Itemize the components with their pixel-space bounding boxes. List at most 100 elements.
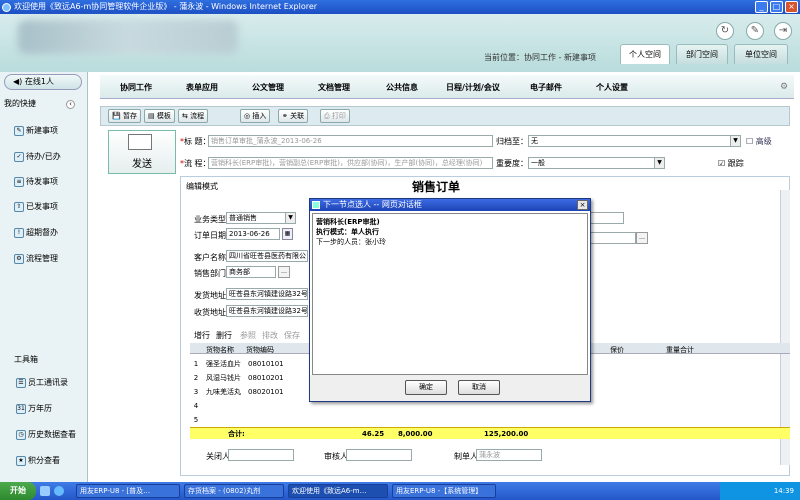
order-date-input[interactable]: 2013-06-26 (226, 228, 280, 240)
title-input[interactable]: 销售订单审批_蒲永波_2013-06-26 (208, 135, 493, 147)
print-button[interactable]: ⎙ 打印 (320, 109, 350, 123)
importance-select[interactable]: 一般 ▼ (528, 157, 665, 169)
form-scrollbar[interactable] (780, 190, 790, 465)
track-checkbox[interactable]: ☑ 跟踪 (718, 158, 744, 169)
quick-flow-manage[interactable]: ⚙ 流程管理 (14, 252, 58, 266)
maximize-button[interactable]: □ (770, 1, 783, 13)
flow-input[interactable]: 营销科长(ERP审批)，营销副总(ERP审批)，供应部(协同)，生产部(协同)，… (208, 157, 493, 169)
total-row: 合计: 46.25 8,000.00 125,200.00 (190, 427, 790, 439)
table-row[interactable]: 5 (190, 414, 305, 426)
dialog-close-button[interactable]: × (577, 200, 588, 210)
customer-code-input[interactable] (590, 232, 636, 244)
quick-sent[interactable]: ⇧ 已发事项 (14, 200, 58, 214)
task-erp-u8[interactable]: 用友ERP-U8 - [普及… (76, 484, 180, 498)
grid-reference-button[interactable]: 参照 (240, 330, 256, 341)
auditor-input[interactable] (346, 449, 412, 461)
chevron-down-icon: ▼ (285, 213, 295, 223)
total-quantity: 46.25 (362, 430, 385, 438)
quick-item-label: 待发事项 (26, 177, 58, 186)
chevron-down-icon: ▼ (654, 158, 664, 168)
total-tax-amount: 125,200.00 (484, 430, 529, 438)
refresh-icon[interactable]: ↻ (716, 22, 734, 40)
pending-icon: ≡ (14, 176, 24, 187)
menu-settings-icon[interactable]: ⚙ (780, 82, 788, 92)
dept-lookup-button[interactable]: … (278, 266, 290, 278)
quick-new-item[interactable]: ✎ 新建事项 (14, 124, 58, 138)
online-users-button[interactable]: ◀) 在线1人 (4, 74, 82, 90)
table-row[interactable]: 3 九味羌活丸 08020101 (190, 386, 305, 398)
menu-email[interactable]: 电子邮件 (530, 82, 562, 93)
quick-todo-done[interactable]: ✓ 待办/已办 (14, 150, 61, 164)
menu-personal-settings[interactable]: 个人设置 (596, 82, 628, 93)
table-row[interactable]: 4 (190, 400, 305, 412)
logout-icon[interactable]: ⇥ (774, 22, 792, 40)
quick-overdue[interactable]: ! 超期督办 (14, 226, 58, 240)
creator-input[interactable]: 蒲永波 (476, 449, 542, 461)
task-erp-system-manage[interactable]: 用友ERP-U8 -【系统管理】 (392, 484, 496, 498)
flow-label: *流 程： (180, 159, 211, 168)
goods-code: 08020101 (248, 388, 284, 396)
tab-department-space[interactable]: 部门空间 (676, 44, 728, 64)
closer-input[interactable] (228, 449, 294, 461)
ok-button[interactable]: 确定 (405, 380, 447, 395)
receive-address-input[interactable]: 旺苍县东河镇建设路32号 (226, 305, 308, 317)
ship-address-input[interactable]: 旺苍县东河镇建设路32号 (226, 288, 308, 300)
template-button[interactable]: ▤ 模板 (144, 109, 175, 123)
ie-quicklaunch-icon[interactable] (54, 486, 64, 496)
relate-button[interactable]: ⚭ 关联 (278, 109, 309, 123)
customer-label: 客户名称 (194, 253, 226, 262)
quick-item-label: 已发事项 (26, 202, 58, 211)
task-inventory-archive[interactable]: 存货档案 - (0802)丸剂 (184, 484, 284, 498)
points-icon: ★ (16, 455, 26, 466)
tab-company-space[interactable]: 单位空间 (734, 44, 788, 64)
flow-button[interactable]: ⇆ 流程 (178, 109, 209, 123)
menu-public-info[interactable]: 公共信息 (386, 82, 418, 93)
menu-collaboration[interactable]: 协同工作 (120, 82, 152, 93)
directory-icon: ☰ (16, 377, 26, 388)
cancel-button[interactable]: 取消 (458, 380, 500, 395)
clock: 14:39 (773, 487, 794, 495)
dept-input[interactable]: 商务部 (226, 266, 276, 278)
task-seeyon-oa[interactable]: 欢迎使用《致远A6-m… (288, 484, 388, 498)
calendar-picker-icon[interactable]: ▦ (282, 228, 293, 240)
dept-label: 销售部门 (194, 269, 226, 278)
close-window-button[interactable]: × (785, 1, 798, 13)
col-goods-name: 货物名称 (206, 346, 234, 354)
tool-employee-directory[interactable]: ☰ 员工通讯录 (16, 376, 68, 390)
col-insured-price: 保价 (610, 346, 624, 354)
tool-points[interactable]: ★ 积分查看 (16, 454, 60, 468)
customer-code-lookup-button[interactable]: … (636, 232, 648, 244)
tool-calendar[interactable]: 31 万年历 (16, 402, 52, 416)
collapse-sidebar-button[interactable]: ‹ (66, 100, 75, 109)
quick-item-label: 超期督办 (26, 228, 58, 237)
menu-documents[interactable]: 文档管理 (318, 82, 350, 93)
archive-select[interactable]: 无 ▼ (528, 135, 741, 147)
grid-save-button[interactable]: 保存 (284, 330, 300, 341)
dialog-window-icon (312, 201, 320, 209)
customer-input[interactable]: 四川省旺苍县医药有限公 (226, 250, 308, 262)
col-total-weight: 重量合计 (666, 346, 694, 354)
sent-icon: ⇧ (14, 201, 24, 212)
menu-form-apps[interactable]: 表单应用 (186, 82, 218, 93)
menu-official-docs[interactable]: 公文管理 (252, 82, 284, 93)
menu-schedule[interactable]: 日程/计划/会议 (446, 82, 500, 93)
grid-add-row-button[interactable]: 增行 (194, 330, 210, 341)
grid-delete-row-button[interactable]: 删行 (216, 330, 232, 341)
tab-personal-space[interactable]: 个人空间 (620, 44, 670, 64)
receive-address-label: 收货地址 (194, 308, 226, 317)
table-row[interactable]: 1 强圣活血片 08010101 (190, 358, 305, 370)
quick-pending-send[interactable]: ≡ 待发事项 (14, 175, 58, 189)
order-no-input[interactable] (590, 212, 624, 224)
importance-label: 重要度： (496, 159, 528, 168)
tool-history-data[interactable]: ◷ 历史数据查看 (16, 428, 76, 442)
start-button[interactable]: 开始 (0, 482, 36, 500)
insert-button[interactable]: ◎ 插入 (240, 109, 271, 123)
minimize-button[interactable]: _ (755, 1, 768, 13)
show-desktop-icon[interactable] (40, 486, 50, 496)
table-row[interactable]: 2 风湿马钱片 08010201 (190, 372, 305, 384)
advanced-link[interactable]: ☐ 高级 (746, 136, 772, 147)
biz-type-select[interactable]: 普通销售 ▼ (226, 212, 296, 224)
grid-sort-button[interactable]: 排改 (262, 330, 278, 341)
tools-icon[interactable]: ✎ (746, 22, 764, 40)
save-draft-button[interactable]: 💾 暂存 (108, 109, 141, 123)
